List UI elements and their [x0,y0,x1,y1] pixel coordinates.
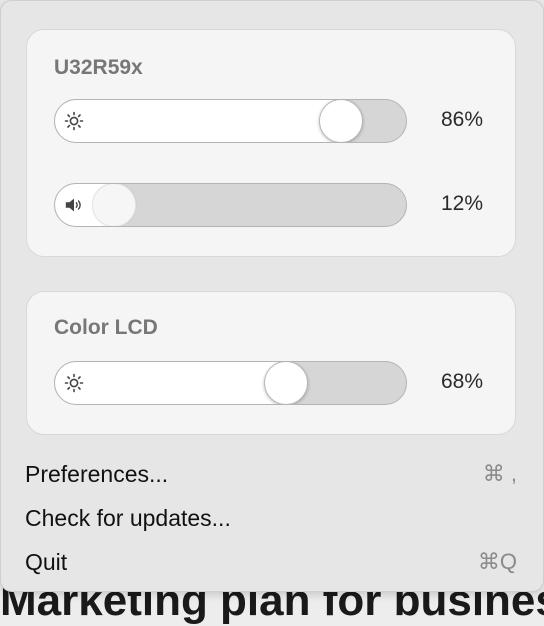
menu-item-label: Check for updates... [25,505,231,532]
volume-percent: 12% [403,192,483,216]
volume-slider[interactable] [54,183,407,227]
menu-item-quit[interactable]: Quit ⌘Q [25,545,521,579]
menu-item-label: Quit [25,549,67,576]
menu-item-check-updates[interactable]: Check for updates... [25,501,521,535]
brightness-slider[interactable] [54,99,407,143]
sun-icon [64,111,84,131]
display-menu-popover: U32R59x 86% [0,0,544,592]
slider-fill [55,100,341,142]
display-name: U32R59x [54,56,143,80]
keyboard-shortcut: ⌘ , [483,461,521,487]
display-card-u32r59x: U32R59x 86% [26,29,516,257]
menu-item-preferences[interactable]: Preferences... ⌘ , [25,457,521,491]
menu-item-label: Preferences... [25,461,168,488]
display-card-color-lcd: Color LCD 68% [26,291,516,435]
speaker-icon [64,195,84,215]
slider-knob[interactable] [92,183,136,227]
slider-fill [55,362,286,404]
slider-knob[interactable] [319,99,363,143]
keyboard-shortcut: ⌘Q [478,549,521,575]
brightness-percent: 86% [403,108,483,132]
brightness-slider[interactable] [54,361,407,405]
slider-knob[interactable] [264,361,308,405]
brightness-percent: 68% [403,370,483,394]
sun-icon [64,373,84,393]
display-name: Color LCD [54,316,158,340]
